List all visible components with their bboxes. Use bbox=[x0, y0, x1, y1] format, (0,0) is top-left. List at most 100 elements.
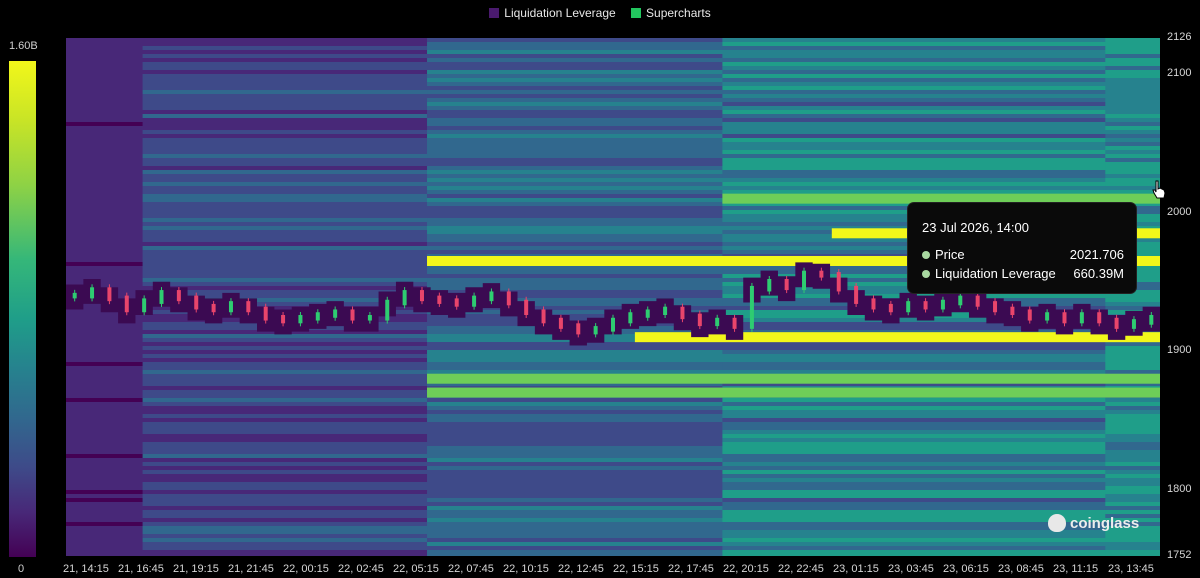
legend-swatch-supercharts bbox=[631, 8, 642, 18]
x-tick-label: 22, 10:15 bbox=[503, 563, 549, 575]
coinglass-watermark: coinglass bbox=[1048, 514, 1139, 532]
candle-body bbox=[593, 326, 598, 335]
candle-body bbox=[1097, 312, 1102, 324]
candle-body bbox=[90, 287, 95, 299]
price-candles-layer bbox=[66, 262, 1160, 346]
x-tick-label: 22, 15:15 bbox=[613, 563, 659, 575]
candle-body bbox=[940, 299, 945, 310]
candle-body bbox=[350, 309, 355, 321]
candle-body bbox=[715, 317, 720, 327]
watermark-text: coinglass bbox=[1070, 515, 1140, 532]
candle-body bbox=[888, 303, 893, 313]
candle-body bbox=[767, 278, 772, 292]
tooltip-leverage-label: Liquidation Leverage bbox=[935, 266, 1056, 281]
y-tick-label: 1800 bbox=[1167, 482, 1192, 495]
candle-body bbox=[854, 285, 859, 304]
x-tick-label: 22, 22:45 bbox=[778, 563, 824, 575]
candle-body bbox=[437, 295, 442, 304]
candle-body bbox=[923, 301, 928, 310]
x-tick-label: 23, 08:45 bbox=[998, 563, 1044, 575]
candle-body bbox=[1114, 317, 1119, 329]
candle-body bbox=[784, 278, 789, 291]
candle-body bbox=[1062, 312, 1067, 324]
candle-body bbox=[419, 290, 424, 302]
candle-body bbox=[628, 312, 633, 324]
candle-body bbox=[142, 298, 147, 313]
candle-body bbox=[819, 270, 824, 278]
candle-body bbox=[194, 295, 199, 310]
x-tick-label: 21, 14:15 bbox=[63, 563, 109, 575]
candle-body bbox=[176, 290, 181, 302]
candle-body bbox=[749, 285, 754, 329]
candle-body bbox=[1027, 309, 1032, 321]
tooltip-leverage-value: 660.39M bbox=[1073, 266, 1124, 281]
x-tick-label: 23, 13:45 bbox=[1108, 563, 1154, 575]
candle-body bbox=[124, 295, 129, 313]
candle-body bbox=[402, 290, 407, 306]
candle-body bbox=[975, 295, 980, 307]
tooltip-title: 23 Jul 2026, 14:00 bbox=[922, 220, 1029, 235]
x-tick-label: 23, 03:45 bbox=[888, 563, 934, 575]
leverage-dot-icon bbox=[922, 270, 930, 278]
candle-body bbox=[506, 291, 511, 306]
candle-body bbox=[107, 287, 112, 302]
candle-body bbox=[1045, 312, 1050, 321]
legend-swatch-liquidation bbox=[489, 8, 500, 18]
heatmap-plot-area[interactable] bbox=[66, 38, 1160, 556]
candle-body bbox=[472, 295, 477, 307]
candle-body bbox=[576, 323, 581, 335]
price-dot-icon bbox=[922, 251, 930, 259]
hand-cursor-icon bbox=[1152, 180, 1166, 199]
candle-body bbox=[454, 298, 459, 307]
candle-body bbox=[645, 309, 650, 318]
tooltip-leverage-row: Liquidation Leverage 660.39M bbox=[922, 266, 1124, 281]
candle-body bbox=[1131, 319, 1136, 329]
candle-body bbox=[906, 301, 911, 313]
x-tick-label: 23, 06:15 bbox=[943, 563, 989, 575]
colorbar-min-label: 0 bbox=[18, 563, 25, 575]
x-tick-label: 22, 07:45 bbox=[448, 563, 494, 575]
coinglass-logo-icon bbox=[1048, 514, 1066, 532]
candle-body bbox=[524, 299, 529, 316]
candle-body bbox=[802, 270, 807, 291]
x-tick-label: 22, 20:15 bbox=[723, 563, 769, 575]
candle-body bbox=[333, 309, 338, 318]
hover-tooltip: 23 Jul 2026, 14:00 Price 2021.706 Liquid… bbox=[908, 203, 1136, 293]
y-tick-label: 2000 bbox=[1167, 205, 1192, 218]
legend-item-liquidation[interactable]: Liquidation Leverage bbox=[489, 6, 616, 20]
candle-body bbox=[1010, 306, 1015, 316]
candle-body bbox=[697, 313, 702, 327]
candle-body bbox=[558, 317, 563, 329]
candle-body bbox=[1149, 315, 1154, 325]
candle-body bbox=[1079, 312, 1084, 324]
candle-body bbox=[263, 306, 268, 321]
x-tick-label: 22, 05:15 bbox=[393, 563, 439, 575]
candle-body bbox=[228, 301, 233, 313]
y-tick-label: 2100 bbox=[1167, 67, 1192, 79]
y-tick-label: 2126 bbox=[1167, 31, 1192, 43]
candle-body bbox=[211, 303, 216, 313]
x-tick-label: 23, 01:15 bbox=[833, 563, 879, 575]
x-tick-label: 21, 16:45 bbox=[118, 563, 164, 575]
tooltip-price-label: Price bbox=[935, 247, 965, 262]
candle-body bbox=[72, 292, 77, 299]
x-tick-label: 22, 02:45 bbox=[338, 563, 384, 575]
candle-body bbox=[298, 315, 303, 324]
candle-body bbox=[663, 306, 668, 316]
candle-body bbox=[385, 299, 390, 321]
candle-body bbox=[871, 298, 876, 310]
candle-body bbox=[281, 315, 286, 324]
candle-body bbox=[836, 272, 841, 292]
legend-label-supercharts: Supercharts bbox=[646, 6, 711, 20]
x-tick-label: 22, 12:45 bbox=[558, 563, 604, 575]
candle-body bbox=[680, 306, 685, 320]
candle-body bbox=[159, 290, 164, 304]
tooltip-price-value: 2021.706 bbox=[1069, 247, 1124, 262]
chart-legend: Liquidation Leverage Supercharts bbox=[0, 6, 1200, 20]
x-tick-label: 22, 00:15 bbox=[283, 563, 329, 575]
legend-label-liquidation: Liquidation Leverage bbox=[504, 6, 616, 20]
y-tick-label: 1900 bbox=[1167, 344, 1192, 357]
candle-body bbox=[541, 309, 546, 324]
candle-body bbox=[958, 295, 963, 306]
legend-item-supercharts[interactable]: Supercharts bbox=[631, 6, 711, 20]
